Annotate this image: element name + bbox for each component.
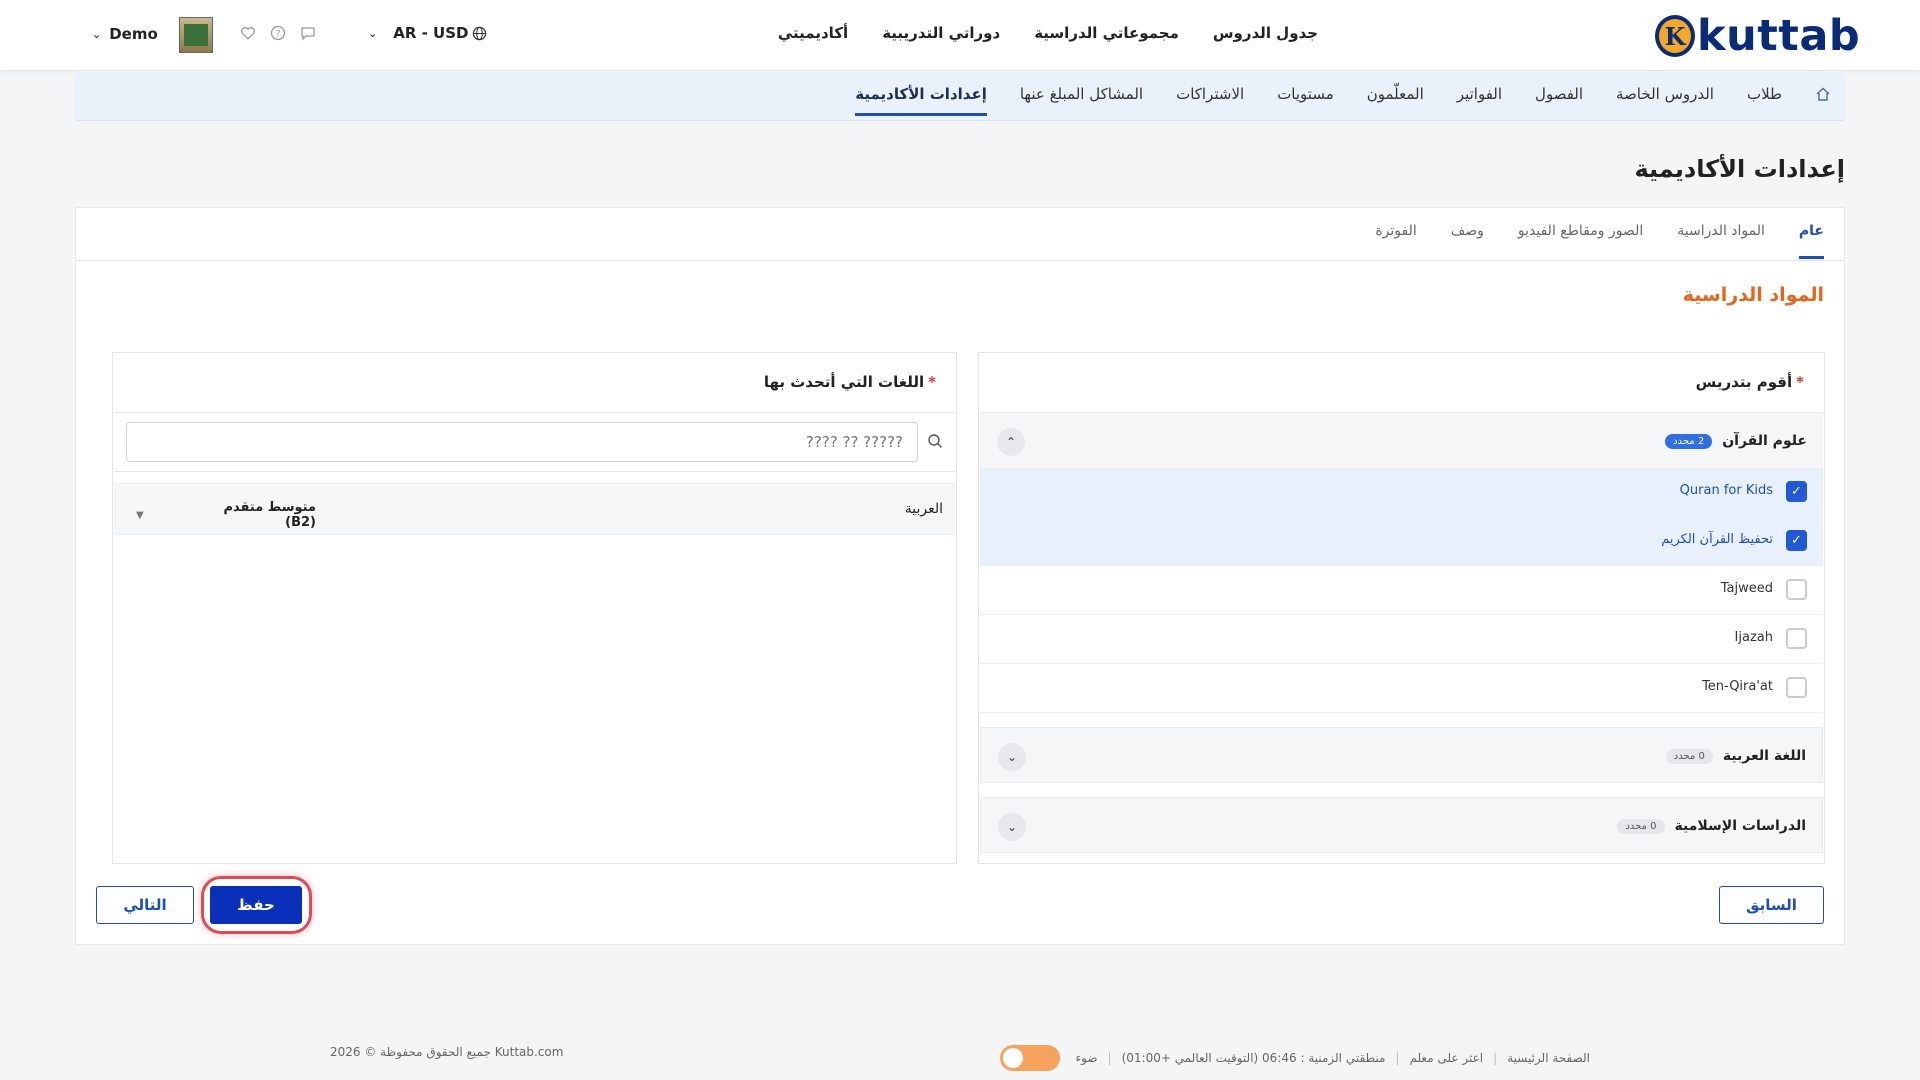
chevron-down-icon[interactable]: ⌄ [998, 743, 1026, 771]
subject-label: Ijazah [1734, 630, 1773, 645]
footer-separator: | [1107, 1051, 1112, 1065]
chevron-up-icon[interactable]: ⌃ [997, 428, 1025, 456]
search-icon [928, 434, 942, 448]
section-title: المواد الدراسية [1682, 284, 1824, 306]
tabs-divider [76, 260, 1844, 261]
subject-label: Tajweed [1720, 581, 1773, 596]
subject-group-quran[interactable]: علوم القرآن 2 محدد ⌃ [980, 412, 1823, 468]
header-icons: ? [240, 25, 316, 41]
chevron-down-icon: ⌄ [368, 26, 378, 40]
settings-card: عام المواد الدراسية الصور ومقاطع الفيديو… [75, 207, 1845, 945]
settings-tabs: عام المواد الدراسية الصور ومقاطع الفيديو… [1375, 223, 1824, 259]
tab-subjects[interactable]: المواد الدراسية [1677, 223, 1765, 259]
subnav-reported-issues[interactable]: المشاكل المبلغ عنها [1020, 85, 1143, 116]
footer-copyright: جميع الحقوق محفوظة © 2026 Kuttab.com [330, 1045, 564, 1059]
academy-subnav: طلاب الدروس الخاصة الفصول الفواتير المعل… [75, 71, 1845, 121]
subject-item[interactable]: ✓ Quran for Kids [980, 468, 1823, 517]
required-mark: * [1796, 373, 1804, 391]
checkbox-checked-icon[interactable]: ✓ [1786, 481, 1807, 502]
language-search-input[interactable] [126, 422, 918, 462]
theme-toggle[interactable] [999, 1045, 1060, 1071]
top-nav: جدول الدروس مجموعاتي الدراسية دوراتي الت… [778, 24, 1318, 42]
subnav-private-lessons[interactable]: الدروس الخاصة [1616, 85, 1714, 116]
group-title: الدراسات الإسلامية [1674, 818, 1806, 834]
footer-separator: | [1493, 1051, 1498, 1065]
subnav-subscriptions[interactable]: الاشتراكات [1176, 85, 1244, 116]
chevron-down-icon: ⌄ [92, 27, 102, 41]
languages-panel-title: اللغات التي أتحدث بها * [763, 373, 936, 391]
subnav-levels[interactable]: مستويات [1277, 85, 1334, 116]
chat-icon[interactable] [300, 25, 316, 41]
footer-home-link[interactable]: الصفحة الرئيسية [1507, 1051, 1590, 1065]
group-title: علوم القرآن [1722, 433, 1807, 449]
language-currency-selector[interactable]: ⌄ AR - USD [368, 24, 487, 42]
language-search [114, 412, 955, 472]
subject-group-islamic-studies[interactable]: الدراسات الإسلامية 0 محدد ⌄ [980, 797, 1823, 853]
language-row: العربية متوسط متقدم (B2) ▼ [114, 483, 955, 535]
checkbox-checked-icon[interactable]: ✓ [1786, 530, 1807, 551]
language-level-select[interactable]: متوسط متقدم (B2) ▼ [136, 500, 316, 530]
subject-item[interactable]: Ijazah [980, 615, 1823, 664]
footer-find-teacher-link[interactable]: اعثر على معلم [1409, 1051, 1483, 1065]
subnav-students[interactable]: طلاب [1747, 85, 1782, 116]
subnav-invoices[interactable]: الفواتير [1457, 85, 1502, 116]
group-title: اللغة العربية [1722, 748, 1806, 764]
avatar[interactable] [179, 17, 213, 53]
nav-my-courses[interactable]: دوراتي التدريبية [882, 24, 1000, 42]
subjects-panel-title: أقوم بتدريس * [1695, 373, 1804, 391]
chevron-down-icon[interactable]: ⌄ [998, 813, 1026, 841]
subjects-panel: أقوم بتدريس * علوم القرآن 2 محدد ⌃ ✓ Quran… [978, 352, 1825, 864]
caret-down-icon: ▼ [136, 509, 144, 521]
subnav-academy-settings[interactable]: إعدادات الأكاديمية [855, 85, 987, 116]
footer-links: الصفحة الرئيسية | اعثر على معلم | منطقتي… [999, 1045, 1590, 1071]
subnav-teachers[interactable]: المعلّمون [1367, 85, 1424, 116]
theme-label: ضوء [1075, 1051, 1098, 1065]
footer-separator: | [1395, 1051, 1400, 1065]
home-icon[interactable] [1815, 86, 1831, 102]
svg-text:?: ? [276, 30, 281, 40]
tab-description[interactable]: وصف [1451, 223, 1484, 259]
checkbox-icon[interactable] [1786, 628, 1807, 649]
subject-label: Ten-Qira'at [1702, 679, 1773, 694]
save-button[interactable]: حفظ [210, 886, 302, 924]
next-button[interactable]: التالي [96, 886, 194, 924]
languages-panel: اللغات التي أتحدث بها* العربية متوسط متق… [112, 352, 957, 864]
selected-count-badge: 0 محدد [1617, 818, 1665, 834]
subject-item[interactable]: Ten-Qira'at [980, 664, 1823, 713]
checkbox-icon[interactable] [1786, 579, 1807, 600]
subject-item[interactable]: Tajweed [980, 566, 1823, 615]
logo-mark-icon: K [1655, 15, 1695, 57]
nav-my-academy[interactable]: أكاديميتي [778, 24, 848, 42]
help-icon[interactable]: ? [270, 25, 286, 41]
language-level-value: متوسط متقدم (B2) [223, 500, 317, 530]
previous-button[interactable]: السابق [1719, 886, 1824, 924]
language-name: العربية [904, 501, 943, 517]
selected-count-badge: 0 محدد [1665, 748, 1713, 764]
selected-count-badge: 2 محدد [1665, 433, 1713, 449]
tab-general[interactable]: عام [1798, 223, 1824, 259]
page-title: إعدادات الأكاديمية [1634, 155, 1845, 183]
nav-lesson-schedule[interactable]: جدول الدروس [1213, 24, 1318, 42]
nav-study-groups[interactable]: مجموعاتي الدراسية [1034, 24, 1179, 42]
kuttab-logo[interactable]: K kuttab [1655, 12, 1860, 60]
globe-icon [473, 26, 487, 40]
user-menu[interactable]: ⌄ Demo [92, 25, 158, 43]
subject-item[interactable]: ✓ تحفيظ القرآن الكريم [980, 517, 1823, 566]
tab-media[interactable]: الصور ومقاطع الفيديو [1518, 223, 1643, 259]
user-name: Demo [109, 25, 158, 43]
required-mark: * [928, 373, 936, 391]
checkbox-icon[interactable] [1786, 677, 1807, 698]
footer-timezone: منطقتي الزمنية : 06:46 (التوقيت العالمي … [1121, 1051, 1386, 1065]
heart-icon[interactable] [240, 25, 256, 41]
subject-group-arabic[interactable]: اللغة العربية 0 محدد ⌄ [980, 727, 1823, 783]
logo-text: kuttab [1697, 10, 1861, 61]
tab-billing[interactable]: الفوترة [1375, 223, 1416, 259]
lang-currency-label: AR - USD [393, 24, 469, 42]
subnav-classes[interactable]: الفصول [1535, 85, 1583, 116]
top-header: K kuttab جدول الدروس مجموعاتي الدراسية د… [0, 0, 1920, 71]
subject-label: Quran for Kids [1679, 483, 1773, 498]
subject-label: تحفيظ القرآن الكريم [1661, 532, 1773, 547]
